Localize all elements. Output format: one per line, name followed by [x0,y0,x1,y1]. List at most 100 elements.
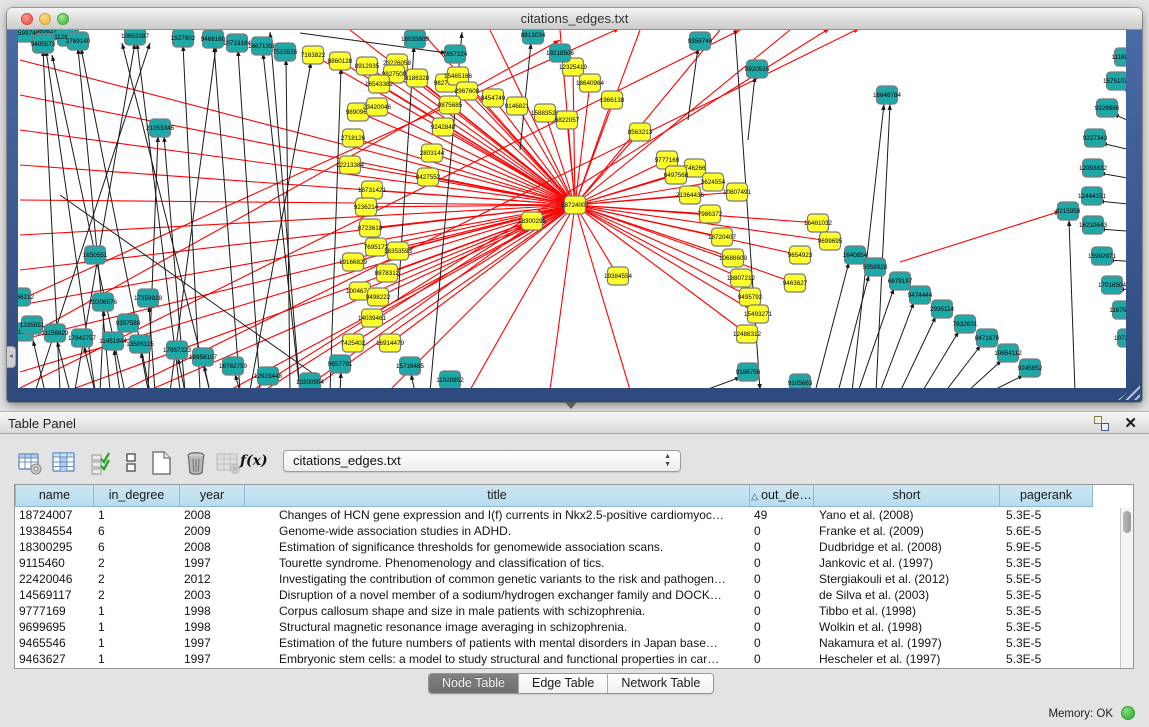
graph-node[interactable]: 23420046 [363,98,392,116]
graph-node[interactable]: 13505115 [126,335,154,353]
graph-node[interactable]: 9699695 [818,232,843,250]
graph-node[interactable]: 9329966 [1095,99,1120,117]
graph-node[interactable]: 5958928 [863,258,888,276]
column-header-name[interactable]: name [15,485,94,507]
graph-node[interactable]: 15493271 [744,305,773,323]
graph-node[interactable]: 10807491 [723,183,752,201]
graph-node[interactable]: 12488312 [733,325,762,343]
table-row[interactable]: 1938455462009Genome-wide association stu… [15,523,1133,539]
close-panel-icon[interactable]: ✕ [1124,414,1137,432]
graph-node[interactable]: 15751074 [1103,72,1126,90]
graph-node[interactable]: 8860128 [328,52,353,70]
citation-network-graph[interactable]: 1872400718300295193845549777169746266649… [18,30,1126,388]
graph-node[interactable]: 7986372 [698,205,723,223]
table-row[interactable]: 2242004622012Investigating the contribut… [15,571,1133,587]
graph-node[interactable]: 8912935 [355,57,380,75]
column-header-short[interactable]: short [814,485,1000,507]
graph-node[interactable]: 6879197 [888,272,913,290]
graph-node[interactable]: 12093832 [1079,159,1108,177]
graph-node[interactable]: 8471676 [975,329,1000,347]
graph-node[interactable]: 12213384 [336,156,365,174]
graph-node[interactable]: 11675312 [1109,301,1126,319]
graph-node[interactable]: 11920852 [436,371,464,388]
graph-node[interactable]: 8186328 [405,69,430,87]
table-row[interactable]: 1872400712008Changes of HCN gene express… [15,507,1133,523]
graph-node[interactable]: 9356746 [688,32,713,50]
graph-node[interactable]: 15716485 [396,357,425,375]
graph-node[interactable]: 18720407 [708,228,737,246]
graph-node[interactable]: 2718126 [341,129,366,147]
column-header-in_degree[interactable]: in_degree [94,485,180,507]
graph-node[interactable]: 21364436 [676,186,705,204]
graph-node[interactable]: 7425402 [341,334,366,352]
graph-node[interactable]: 11156829 [41,324,69,342]
graph-node[interactable]: 2935114 [930,300,955,318]
graph-node[interactable]: 17016504 [1098,276,1126,294]
graph-node[interactable]: 9397588 [116,314,141,332]
graph-node[interactable]: 1650551 [83,246,108,264]
graph-node[interactable]: 11451944 [99,332,127,350]
graph-node[interactable]: 19218506 [546,44,575,62]
graph-node[interactable]: 9474444 [908,286,933,304]
graph-node[interactable]: 1966138 [600,91,625,109]
graph-node[interactable]: 16033809 [401,30,430,48]
graph-node[interactable]: 9236214 [354,198,379,216]
graph-node[interactable]: 10739373 [1114,329,1126,347]
graph-node[interactable]: 18731421 [358,181,387,199]
trash-icon[interactable] [182,449,210,477]
graph-node[interactable]: 8920516 [745,60,770,78]
graph-node[interactable]: 17942757 [68,329,97,347]
graph-node[interactable]: 16782759 [219,357,248,375]
graph-node[interactable]: 8563213 [628,123,653,141]
table-row[interactable]: 969969511998Structural magnetic resonanc… [15,619,1133,635]
graph-node[interactable]: 9186756 [736,363,761,381]
graph-node[interactable]: 9245652 [1018,359,1043,377]
graph-node[interactable]: 9242848 [431,118,456,136]
tab-network-table[interactable]: Network Table [608,674,713,693]
graph-node[interactable]: 11188212 [1111,48,1126,66]
graph-node[interactable]: 9227343 [1083,129,1108,147]
graph-node[interactable]: 19384554 [604,267,633,285]
collapse-panel-handle[interactable]: ◂ [7,346,16,368]
select-columns-icon[interactable] [50,449,78,477]
graph-node[interactable]: 9405573 [31,35,56,53]
graph-node[interactable]: 16543382 [365,75,394,93]
graph-node[interactable]: 12444151 [1078,187,1107,205]
graph-node[interactable]: 9654923 [788,246,813,264]
graph-node[interactable]: 20206576 [89,293,118,311]
graph-node[interactable]: 10654112 [994,344,1022,362]
graph-node[interactable]: 9875685 [438,96,463,114]
graph-node[interactable]: 8723618 [358,219,383,237]
graph-node[interactable]: 1527602 [171,30,196,47]
graph-node[interactable]: 8454749 [481,89,506,107]
graph-node[interactable]: 16958107 [189,348,218,366]
graph-node[interactable]: 8427552 [416,168,441,186]
table-selector-dropdown[interactable]: citations_edges.txt ▲▼ [283,450,681,472]
table-row[interactable]: 946362711997Embryonic stem cells: a mode… [15,651,1133,667]
new-document-icon[interactable] [148,449,176,477]
graph-node[interactable]: 7857224 [443,45,468,63]
graph-node[interactable]: 6822057 [555,111,580,129]
column-header-year[interactable]: year [180,485,245,507]
tab-node-table[interactable]: Node Table [429,674,519,693]
graph-node[interactable]: 16648784 [873,86,902,104]
graph-node[interactable]: 19166829 [339,253,368,271]
graph-node[interactable]: 9498222 [366,288,391,306]
table-row[interactable]: 946554611997Estimation of the future num… [15,635,1133,651]
graph-node[interactable]: 8878312 [375,264,400,282]
table-settings-icon[interactable] [16,449,44,477]
graph-node[interactable]: 9495792 [738,288,763,306]
graph-node[interactable]: 17957223 [163,341,192,359]
table-row[interactable]: 1456911722003Disruption of a novel membe… [15,587,1133,603]
select-rows-check-icon[interactable] [88,449,116,477]
column-header-out_de[interactable]: △out_de… [750,485,814,507]
graph-node[interactable]: 16353593 [384,242,413,260]
column-header-title[interactable]: title [245,485,750,507]
graph-node[interactable]: 8215958 [1056,202,1081,220]
graph-node[interactable]: 18300295 [518,212,547,230]
column-header-pagerank[interactable]: pagerank [1000,485,1093,507]
vertical-scrollbar[interactable] [1120,508,1133,668]
window-title-bar[interactable]: citations_edges.txt [7,8,1142,30]
graph-node[interactable]: 9463627 [783,274,808,292]
graph-node[interactable]: 10200954 [296,373,325,388]
